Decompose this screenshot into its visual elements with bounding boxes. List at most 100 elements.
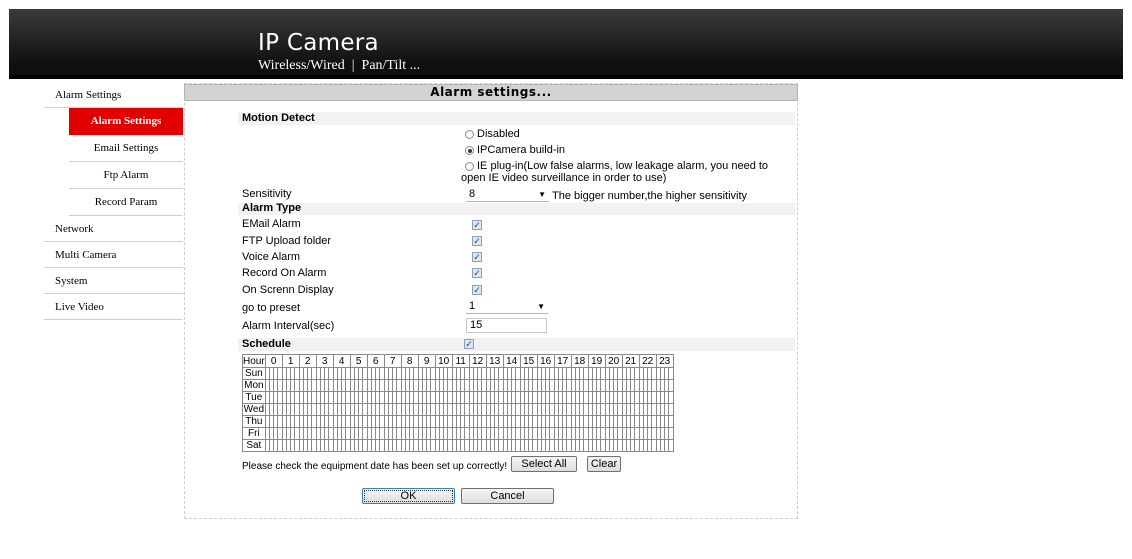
- hour-header-7: 7: [383, 354, 402, 368]
- schedule-cell[interactable]: [668, 379, 674, 392]
- option-ie-plugin-label: IE plug-in(Low false alarms, low leakage…: [477, 160, 769, 172]
- schedule-cell[interactable]: [668, 367, 674, 380]
- cancel-button[interactable]: Cancel: [461, 488, 554, 504]
- schedule-grid: Hour 0 1 2 3 4 5 6 7 8 9 10 11 12 13 14 15 16 17 18 19 20 21 22…: [242, 354, 674, 452]
- sidebar-group-alarm-settings[interactable]: Alarm Settings: [44, 82, 183, 108]
- hour-header-6: 6: [366, 354, 385, 368]
- hour-header-13: 13: [485, 354, 504, 368]
- schedule-cell[interactable]: [668, 391, 674, 404]
- sidebar-item-email-settings[interactable]: Email Settings: [69, 135, 183, 162]
- schedule-cell[interactable]: [668, 415, 674, 428]
- hour-header-17: 17: [553, 354, 572, 368]
- sidebar-item-record-param[interactable]: Record Param: [69, 189, 183, 216]
- header-divider: [9, 75, 1123, 79]
- hour-header-2: 2: [298, 354, 317, 368]
- schedule-cell[interactable]: [668, 427, 674, 440]
- hour-header-22: 22: [638, 354, 657, 368]
- panel-title: Alarm settings...: [184, 84, 798, 101]
- option-ie-plugin-label-cont: open IE video surveillance in order to u…: [461, 172, 667, 184]
- schedule-heading: Schedule: [242, 338, 291, 350]
- sidebar-item-multi-camera[interactable]: Multi Camera: [44, 242, 183, 268]
- day-label: Fri: [242, 427, 266, 440]
- ok-button[interactable]: OK: [362, 488, 455, 504]
- hour-header-0: 0: [264, 354, 283, 368]
- header-bar: [9, 9, 1123, 75]
- option-ipcamera-label: IPCamera build-in: [477, 144, 566, 156]
- app-subtitle: Wireless/Wired | Pan/Tilt ...: [258, 58, 421, 73]
- schedule-cell[interactable]: [668, 403, 674, 416]
- hour-header-18: 18: [570, 354, 589, 368]
- hour-header-11: 11: [451, 354, 470, 368]
- clear-button[interactable]: Clear: [587, 456, 621, 472]
- sidebar-item-ftp-alarm[interactable]: Ftp Alarm: [69, 162, 183, 189]
- sensitivity-label: Sensitivity: [242, 188, 292, 200]
- hour-header-4: 4: [332, 354, 351, 368]
- radio-icon[interactable]: [465, 130, 474, 139]
- schedule-row-thu: Thu: [242, 415, 674, 428]
- hour-header-label: Hour: [242, 354, 266, 368]
- preset-select[interactable]: 1 ▼: [466, 300, 548, 314]
- sensitivity-select[interactable]: 8 ▼: [466, 188, 549, 202]
- radio-icon[interactable]: [465, 162, 474, 171]
- schedule-row-mon: Mon: [242, 379, 674, 392]
- alarm-interval-input[interactable]: 15: [466, 318, 547, 333]
- schedule-row-wed: Wed: [242, 403, 674, 416]
- motion-detect-band: [238, 112, 795, 125]
- hour-header-14: 14: [502, 354, 521, 368]
- hour-header-12: 12: [468, 354, 487, 368]
- checkbox-checked-icon[interactable]: ✓: [472, 268, 482, 278]
- hour-header-3: 3: [315, 354, 334, 368]
- schedule-row-sun: Sun: [242, 367, 674, 380]
- checkbox-checked-icon[interactable]: ✓: [472, 220, 482, 230]
- sidebar: Alarm Settings Alarm Settings Email Sett…: [44, 82, 183, 320]
- sensitivity-hint: The bigger number,the higher sensitivity: [552, 190, 748, 202]
- schedule-row-fri: Fri: [242, 427, 674, 440]
- hour-header-8: 8: [400, 354, 419, 368]
- schedule-cell[interactable]: [668, 439, 674, 452]
- day-label: Wed: [242, 403, 266, 416]
- preset-label: go to preset: [242, 302, 301, 314]
- hour-header-1: 1: [281, 354, 300, 368]
- day-label: Thu: [242, 415, 266, 428]
- sidebar-item-network[interactable]: Network: [44, 216, 183, 242]
- hour-header-21: 21: [621, 354, 640, 368]
- motion-detect-heading: Motion Detect: [242, 112, 315, 124]
- email-alarm-label: EMail Alarm: [242, 218, 301, 230]
- alarm-type-heading: Alarm Type: [242, 202, 302, 214]
- checkbox-checked-icon[interactable]: ✓: [472, 252, 482, 262]
- day-label: Mon: [242, 379, 266, 392]
- day-label: Tue: [242, 391, 266, 404]
- app-title: IP Camera: [258, 30, 379, 56]
- checkbox-checked-icon[interactable]: ✓: [472, 236, 482, 246]
- hour-header-9: 9: [417, 354, 436, 368]
- alarm-type-band: [238, 203, 795, 215]
- hour-header-20: 20: [604, 354, 623, 368]
- schedule-row-sat: Sat: [242, 439, 674, 452]
- sidebar-item-system[interactable]: System: [44, 268, 183, 294]
- hour-header-10: 10: [434, 354, 453, 368]
- option-disabled-label: Disabled: [477, 128, 520, 140]
- sidebar-item-live-video[interactable]: Live Video: [44, 294, 183, 320]
- on-screen-display-label: On Screnn Display: [242, 284, 334, 296]
- ftp-upload-label: FTP Upload folder: [242, 235, 332, 247]
- schedule-band: [238, 338, 795, 351]
- record-on-alarm-label: Record On Alarm: [242, 267, 327, 279]
- day-label: Sun: [242, 367, 266, 380]
- radio-icon[interactable]: [465, 146, 474, 155]
- voice-alarm-label: Voice Alarm: [242, 251, 301, 263]
- sidebar-item-alarm-settings[interactable]: Alarm Settings: [69, 108, 183, 135]
- hour-header-23: 23: [655, 354, 674, 368]
- dropdown-arrow-icon: ▼: [537, 302, 545, 311]
- hour-header-15: 15: [519, 354, 538, 368]
- checkbox-checked-icon[interactable]: ✓: [464, 339, 474, 349]
- hour-header-5: 5: [349, 354, 368, 368]
- day-label: Sat: [242, 439, 266, 452]
- dropdown-arrow-icon: ▼: [538, 190, 546, 199]
- hour-header-19: 19: [587, 354, 606, 368]
- schedule-row-tue: Tue: [242, 391, 674, 404]
- hour-header-16: 16: [536, 354, 555, 368]
- alarm-interval-label: Alarm Interval(sec): [242, 320, 335, 332]
- checkbox-checked-icon[interactable]: ✓: [472, 285, 482, 295]
- select-all-button[interactable]: Select All: [511, 456, 577, 472]
- schedule-note: Please check the equipment date has been…: [242, 461, 508, 472]
